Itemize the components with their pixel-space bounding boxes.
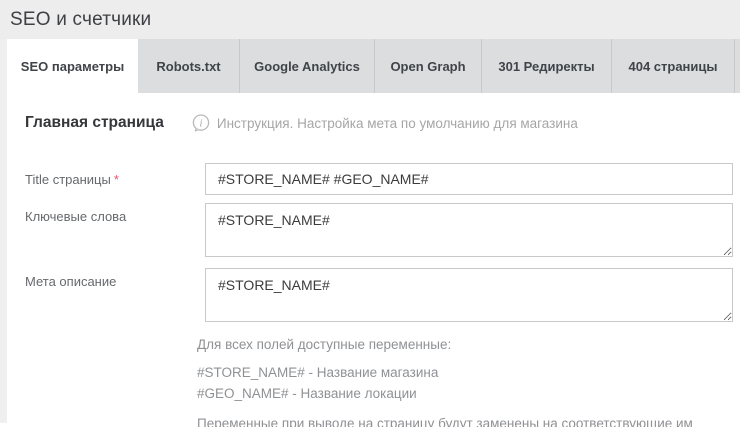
page-title: SEO и счетчики [10,9,151,31]
keywords-textarea[interactable]: #STORE_NAME# [205,203,733,257]
required-asterisk: * [114,172,119,187]
instruction-link[interactable]: i Инструкция. Настройка мета по умолчани… [192,114,578,132]
section-heading: Главная страница [25,114,164,132]
meta-description-label: Мета описание [25,268,205,322]
tab-label: 404 страницы [628,59,717,74]
tab-label: Google Analytics [254,59,360,74]
tab-seo-params[interactable]: SEO параметры [7,39,138,93]
tab-label: Robots.txt [156,59,220,74]
meta-description-textarea[interactable]: #STORE_NAME# [205,268,733,322]
page-header: SEO и счетчики [0,0,740,39]
title-input[interactable] [205,163,733,195]
tab-301-redirects[interactable]: 301 Редиректы [482,39,612,93]
tab-label: SEO параметры [21,59,124,74]
tab-google-analytics[interactable]: Google Analytics [240,39,375,93]
help-intro: Для всех полей доступные переменные: [197,337,740,352]
tab-open-graph[interactable]: Open Graph [375,39,482,93]
keywords-field-label: Ключевые слова [25,203,205,257]
tab-404-pages[interactable]: 404 страницы [612,39,735,93]
form-row-keywords: Ключевые слова #STORE_NAME# [25,203,740,257]
page-background-edge [0,39,7,423]
tab-label: 301 Редиректы [498,59,594,74]
title-field-label: Title страницы* [25,163,205,195]
seo-settings-page: SEO и счетчики SEO параметры Robots.txt … [0,0,740,427]
svg-text:i: i [199,118,202,129]
variables-help-block: Для всех полей доступные переменные: #ST… [197,337,740,427]
tab-bar-filler [735,39,740,93]
tab-bar: SEO параметры Robots.txt Google Analytic… [7,39,740,93]
form-row-meta-description: Мета описание #STORE_NAME# [25,268,740,322]
info-icon[interactable]: i [192,114,210,132]
tab-robots-txt[interactable]: Robots.txt [138,39,240,93]
form-row-title: Title страницы* [25,163,740,195]
help-var-geo-name: #GEO_NAME# - Название локации [197,383,740,404]
instruction-text[interactable]: Инструкция. Настройка мета по умолчанию … [217,116,578,131]
tab-panel-seo-params: Главная страница i Инструкция. Настройка… [0,93,740,427]
tab-label: Open Graph [390,59,465,74]
help-note: Переменные при выводе на страницу будут … [197,416,740,427]
section-header: Главная страница i Инструкция. Настройка… [25,113,740,133]
meta-defaults-form: Title страницы* Ключевые слова #STORE_NA… [25,163,740,427]
help-var-store-name: #STORE_NAME# - Название магазина [197,362,740,383]
